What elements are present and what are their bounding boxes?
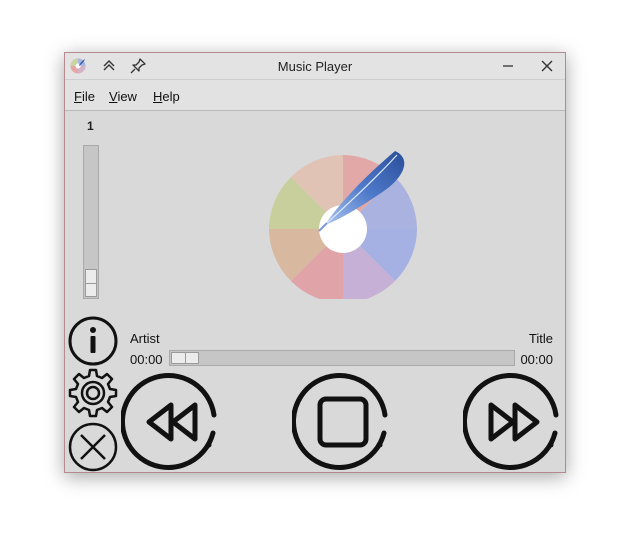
duration-time: 00:00 (520, 352, 553, 367)
close-icon[interactable] (538, 57, 556, 75)
stop-button[interactable] (292, 371, 394, 473)
menu-view-label: iew (117, 89, 137, 104)
title-label: Title (528, 331, 553, 346)
volume-slider[interactable] (83, 145, 99, 299)
menu-bar: File View Help (65, 80, 565, 111)
minimize-icon[interactable] (499, 57, 517, 75)
window-title: Music Player (277, 59, 353, 74)
seek-slider-handle[interactable] (171, 352, 199, 364)
album-art-image (269, 151, 417, 299)
menu-file[interactable]: File (74, 89, 95, 104)
seek-slider[interactable] (169, 350, 515, 366)
gear-icon (68, 368, 118, 418)
close-icon (68, 422, 118, 472)
title-bar[interactable]: Music Player (65, 53, 565, 80)
info-button[interactable] (67, 315, 119, 367)
menu-help-label: elp (162, 89, 180, 104)
volume-value: 1 (87, 119, 94, 133)
artist-label: Artist (130, 331, 160, 346)
rewind-icon (121, 373, 217, 470)
music-player-window: Music Player File View Help 1 Artist Tit… (64, 52, 566, 473)
menu-help-mnemonic: H (153, 89, 163, 104)
rewind-button[interactable] (121, 371, 223, 473)
menu-file-mnemonic: F (74, 89, 82, 104)
stop-icon (292, 373, 388, 470)
info-icon (68, 316, 118, 366)
elapsed-time: 00:00 (130, 352, 163, 367)
menu-help[interactable]: Help (153, 89, 180, 104)
fast-forward-icon (463, 373, 559, 470)
quit-button[interactable] (67, 421, 119, 473)
fast-forward-button[interactable] (463, 371, 565, 473)
menu-view[interactable]: View (109, 89, 137, 104)
menu-file-label: ile (81, 89, 95, 104)
settings-button[interactable] (67, 367, 119, 419)
volume-slider-handle[interactable] (85, 269, 97, 297)
